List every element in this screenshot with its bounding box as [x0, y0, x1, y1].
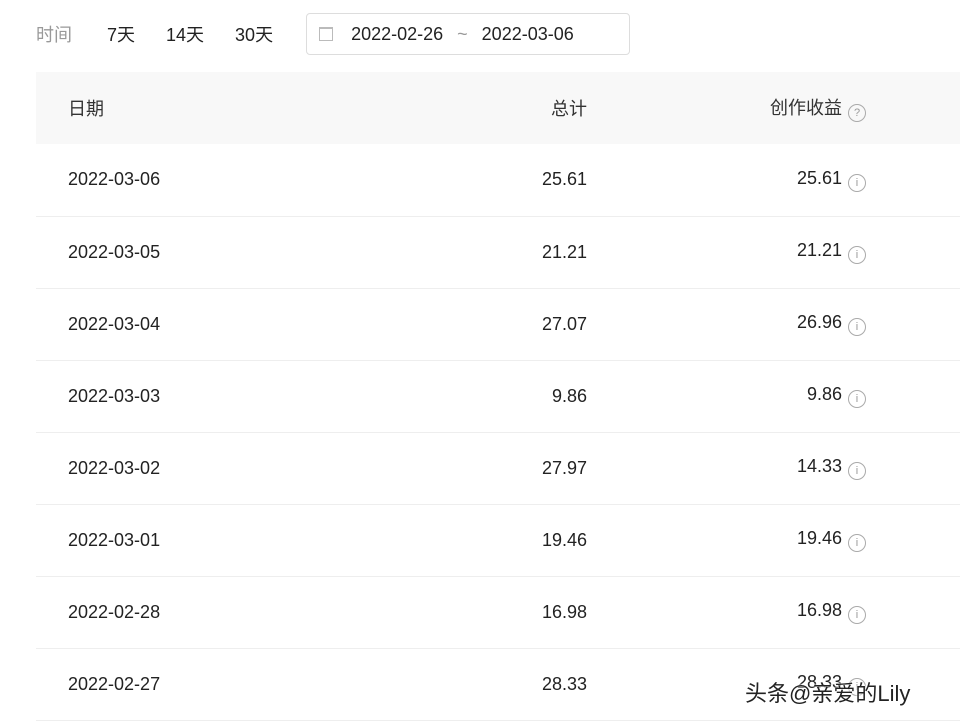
time-label: 时间: [36, 25, 72, 45]
table-header: 日期 总计 创作收益?: [36, 72, 960, 144]
header-date: 日期: [36, 72, 366, 144]
cell-date: 2022-02-27: [36, 648, 366, 721]
time-filter: 时间 7天 14天 30天 2022-02-26 ~ 2022-03-06: [36, 12, 631, 56]
cell-total: 25.61: [366, 144, 587, 217]
revenue-value: 9.86: [806, 384, 842, 404]
cell-total: 28.33: [366, 648, 587, 721]
table-row: 2022-03-04 27.07 26.96 i: [36, 288, 960, 361]
cell-creation-revenue: 16.98 i: [587, 576, 866, 649]
earnings-table: 日期 总计 创作收益? 2022-03-06 25.61 25.61 i 2022…: [36, 72, 960, 721]
cell-creation-revenue: 26.96 i: [587, 288, 866, 361]
end-date[interactable]: 2022-03-06: [482, 24, 574, 45]
cell-total: 27.07: [366, 288, 587, 361]
calendar-icon: [319, 27, 334, 41]
cell-creation-revenue: 21.21 i: [587, 216, 866, 289]
option-14-days[interactable]: 14天: [166, 21, 204, 47]
cell-creation-revenue: 9.86 i: [587, 360, 866, 433]
table-row: 2022-03-05 21.21 21.21 i: [36, 216, 960, 289]
revenue-value: 19.46: [796, 528, 842, 548]
revenue-value: 25.61: [796, 167, 842, 188]
option-30-days[interactable]: 30天: [235, 21, 273, 47]
range-separator: ~: [457, 23, 468, 44]
info-icon[interactable]: i: [848, 318, 866, 336]
cell-creation-revenue: 25.61 i: [587, 144, 866, 217]
info-icon[interactable]: i: [848, 606, 866, 624]
info-icon[interactable]: i: [848, 534, 866, 552]
cell-date: 2022-02-28: [36, 576, 366, 649]
help-icon[interactable]: ?: [848, 104, 866, 122]
cell-date: 2022-03-04: [36, 288, 366, 361]
start-date[interactable]: 2022-02-26: [351, 24, 443, 45]
revenue-value: 21.21: [796, 240, 842, 260]
table-row: 2022-03-01 19.46 19.46 i: [36, 504, 960, 577]
cell-total: 16.98: [366, 576, 587, 649]
cell-date: 2022-03-02: [36, 432, 366, 505]
cell-date: 2022-03-06: [36, 144, 366, 217]
cell-total: 19.46: [366, 504, 587, 577]
info-icon[interactable]: i: [848, 462, 866, 480]
option-7-days[interactable]: 7天: [107, 21, 135, 47]
cell-total: 27.97: [366, 432, 587, 505]
cell-date: 2022-03-03: [36, 360, 366, 433]
table-row: 2022-02-28 16.98 16.98 i: [36, 576, 960, 649]
revenue-value: 26.96: [796, 312, 842, 332]
header-total: 总计: [366, 72, 587, 144]
info-icon[interactable]: i: [848, 173, 866, 192]
table-row: 2022-03-03 9.86 9.86 i: [36, 360, 960, 433]
info-icon[interactable]: i: [848, 246, 866, 264]
cell-total: 21.21: [366, 216, 587, 289]
revenue-value: 14.33: [796, 456, 842, 476]
cell-date: 2022-03-01: [36, 504, 366, 577]
cell-date: 2022-03-05: [36, 216, 366, 289]
info-icon[interactable]: i: [848, 390, 866, 408]
revenue-value: 16.98: [796, 600, 842, 620]
cell-creation-revenue: 14.33 i: [587, 432, 866, 505]
cell-creation-revenue: 19.46 i: [587, 504, 866, 577]
header-creation-revenue: 创作收益?: [587, 72, 866, 144]
table-row: 2022-03-02 27.97 14.33 i: [36, 432, 960, 505]
header-label: 创作收益: [770, 98, 842, 118]
watermark: 头条@亲爱的Lily: [745, 681, 911, 706]
cell-total: 9.86: [366, 360, 587, 433]
date-range-picker[interactable]: 2022-02-26 ~ 2022-03-06: [306, 13, 631, 55]
table-row: 2022-03-06 25.61 25.61 i: [36, 144, 960, 217]
